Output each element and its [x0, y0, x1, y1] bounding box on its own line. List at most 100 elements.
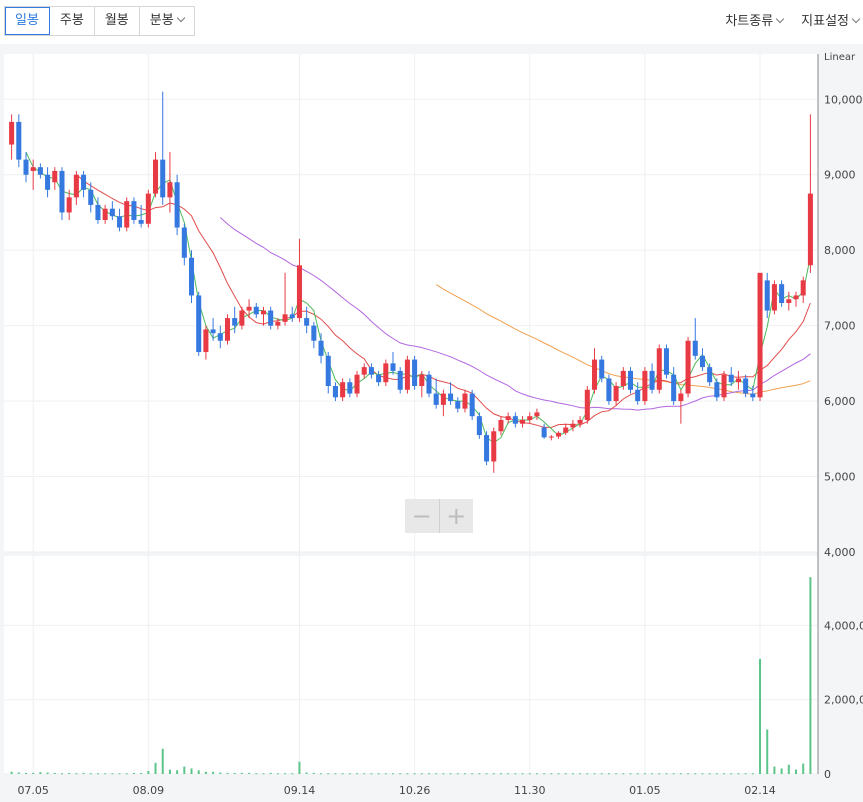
volume-bar [212, 771, 215, 774]
volume-bar [262, 773, 265, 775]
period-tabs: 일봉 주봉 월봉 분봉 [4, 6, 195, 36]
volume-bar [370, 773, 373, 775]
candle-body [289, 314, 295, 319]
candle-body [620, 370, 626, 386]
volume-bar [607, 773, 610, 775]
candle-body [210, 329, 216, 334]
candle-body [735, 378, 741, 383]
volume-bar [463, 773, 466, 775]
volume-bar [399, 773, 402, 775]
candle-body [102, 208, 108, 220]
candle-body [246, 306, 252, 311]
chart-type-dropdown[interactable]: 차트종류 [725, 10, 785, 29]
candle-body [167, 182, 173, 198]
volume-bar [104, 773, 107, 775]
volume-bar [694, 773, 697, 775]
volume-bar [190, 768, 193, 774]
candle-body [671, 374, 677, 402]
volume-bar [701, 773, 704, 775]
volume-bar [665, 773, 668, 775]
volume-bar [413, 773, 416, 775]
candle-body [556, 432, 562, 437]
candle-body [534, 412, 540, 417]
zoom-in-button[interactable]: + [440, 499, 474, 533]
candle-body [124, 201, 130, 228]
volume-bar [168, 769, 171, 774]
volume-bar [197, 770, 200, 774]
candle-body [131, 201, 137, 220]
tab-minute[interactable]: 분봉 [140, 7, 194, 35]
candle-body [95, 204, 101, 220]
candle-body [117, 216, 123, 228]
candle-body [368, 367, 374, 375]
volume-bar [147, 771, 150, 774]
volume-bar [176, 770, 179, 774]
candle-body [635, 389, 641, 402]
candle-body [45, 174, 51, 190]
candle-body [771, 284, 777, 311]
candle-body [325, 355, 331, 386]
candle-body [548, 436, 554, 438]
volume-bar [68, 772, 71, 774]
price-tick-label: 7,000 [824, 320, 856, 333]
volume-bar [60, 773, 63, 775]
candle-body [469, 393, 475, 417]
volume-bar [600, 773, 603, 775]
indicator-settings-dropdown[interactable]: 지표설정 [801, 10, 861, 29]
volume-bar [780, 768, 783, 774]
candle-body [433, 393, 439, 405]
volume-bar [17, 772, 20, 774]
volume-bar [658, 773, 661, 775]
price-tick-label: 6,000 [824, 395, 856, 408]
volume-bar [183, 766, 186, 774]
candle-body [138, 220, 144, 224]
stock-chart[interactable]: 07.05 08.09 09.14 10.26 11.30 01.05 02.14 4,000… [0, 44, 863, 802]
price-tick-label: 4,000 [824, 546, 856, 559]
candle-body [376, 374, 382, 383]
candle-body [440, 393, 446, 405]
tab-monthly[interactable]: 월봉 [95, 7, 140, 35]
volume-bar [298, 761, 301, 774]
volume-bar [557, 773, 560, 775]
volume-bar [154, 762, 157, 774]
volume-bar [507, 773, 510, 775]
volume-bar [248, 772, 251, 774]
volume-bar [312, 772, 315, 774]
volume-bar [550, 773, 553, 775]
candle-body [66, 197, 72, 213]
tab-weekly[interactable]: 주봉 [50, 7, 95, 35]
candle-body [59, 170, 65, 213]
volume-bar [132, 772, 135, 774]
volume-bar [708, 773, 711, 775]
volume-bar [535, 773, 538, 775]
volume-bar [240, 772, 243, 774]
zoom-out-button[interactable]: − [405, 499, 440, 533]
volume-bar [492, 773, 495, 775]
candle-body [455, 401, 461, 409]
volume-bar [89, 773, 92, 775]
tab-daily[interactable]: 일봉 [5, 7, 50, 35]
x-tick-label: 07.05 [17, 784, 49, 797]
candle-body [678, 393, 684, 402]
volume-bar [392, 773, 395, 775]
candle-body [282, 314, 288, 322]
volume-bar [687, 773, 690, 775]
volume-bar [204, 771, 207, 774]
candle-body [491, 431, 497, 462]
volume-bar [456, 773, 459, 775]
volume-bar [96, 773, 99, 775]
volume-bar [327, 773, 330, 775]
candle-body [239, 310, 245, 326]
volume-bar [341, 773, 344, 775]
x-tick-label: 02.14 [744, 784, 776, 797]
candle-body [188, 257, 195, 296]
candle-body [743, 378, 749, 394]
volume-bar [737, 773, 740, 775]
candle-body [23, 159, 29, 175]
volume-bar [75, 773, 78, 775]
candle-body [275, 321, 281, 326]
candle-body [512, 416, 518, 424]
volume-bar [543, 773, 546, 775]
candle-body [663, 348, 669, 375]
price-panel [4, 54, 818, 552]
